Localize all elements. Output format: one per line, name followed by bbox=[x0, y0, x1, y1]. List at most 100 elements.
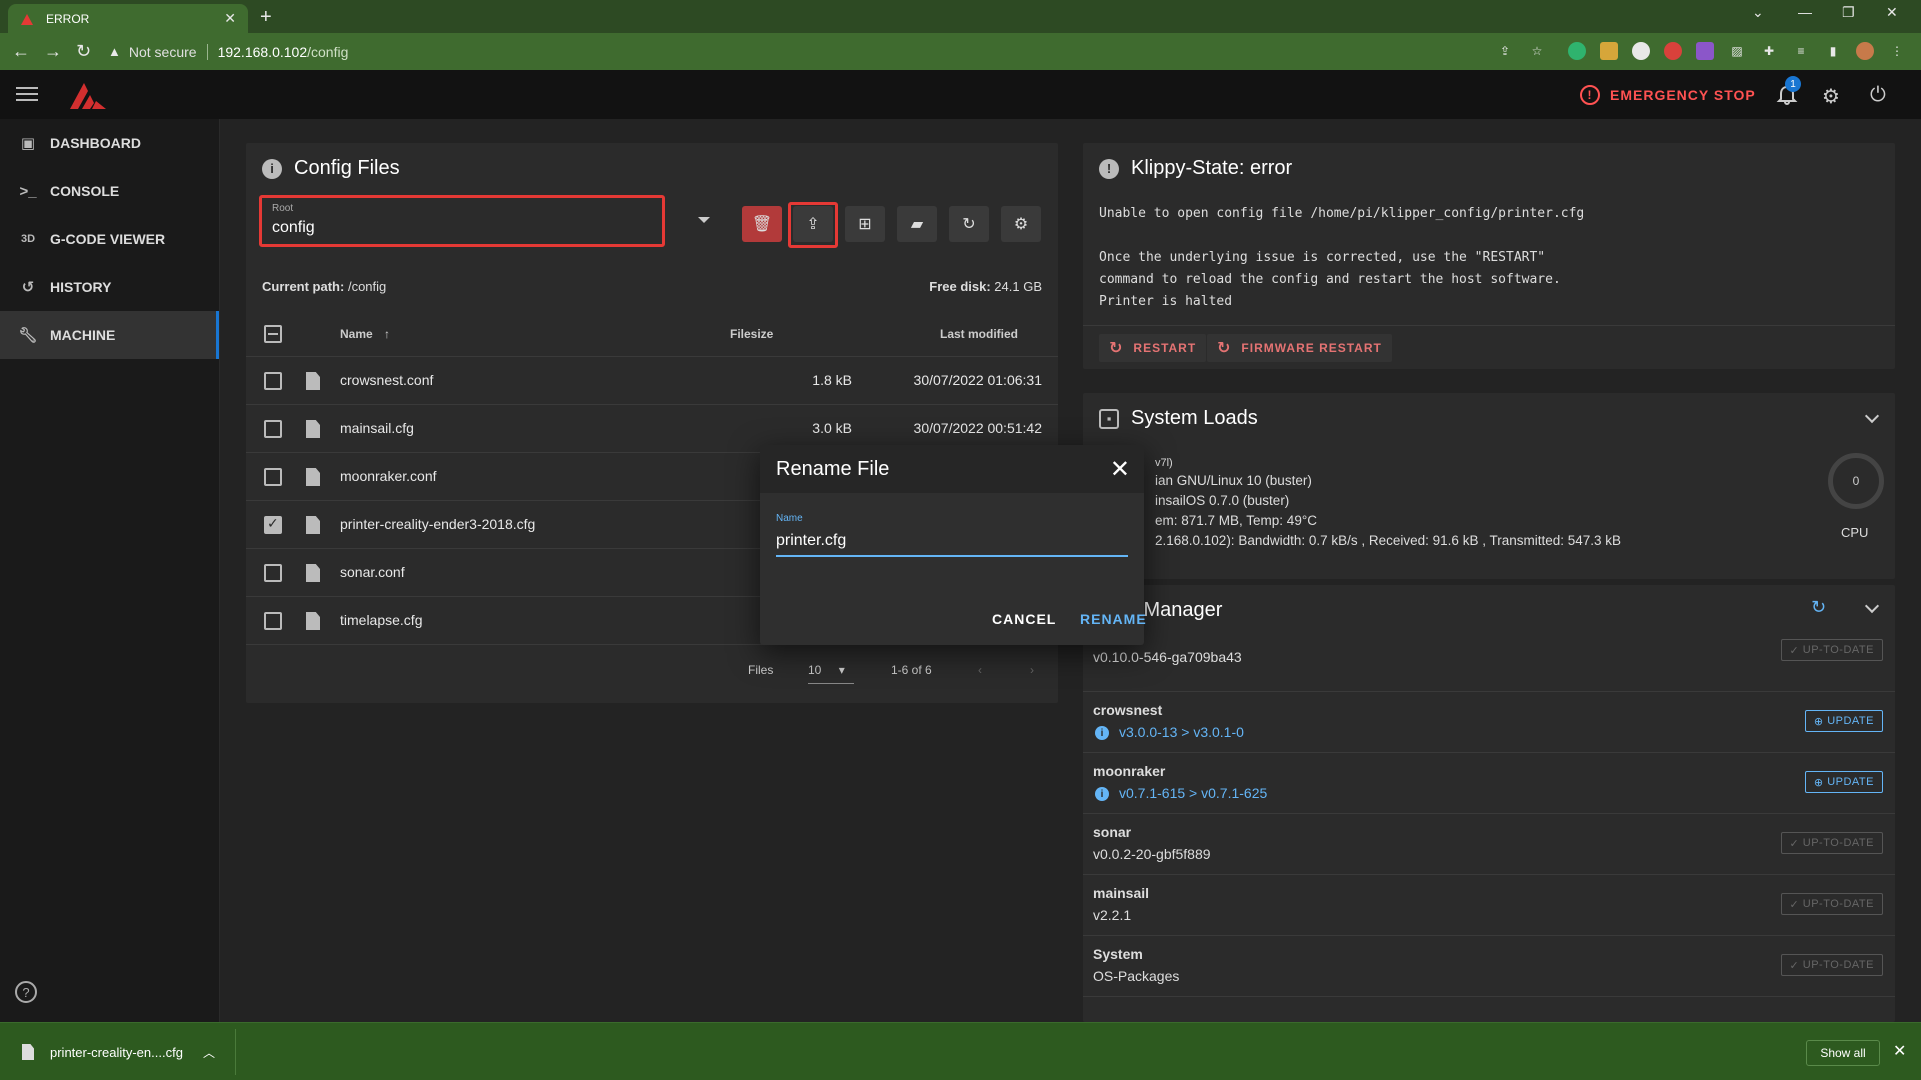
cancel-button[interactable]: CANCEL bbox=[992, 611, 1056, 627]
power-icon[interactable]: ⏻ bbox=[1870, 84, 1892, 106]
column-filesize-header[interactable]: Filesize bbox=[730, 327, 773, 341]
component-version: OS-Packages bbox=[1093, 968, 1180, 984]
refresh-button[interactable]: ↻ bbox=[949, 206, 989, 242]
browser-menu-icon[interactable]: ⋮ bbox=[1888, 42, 1906, 60]
emergency-stop-button[interactable]: ! EMERGENCY STOP bbox=[1580, 85, 1756, 105]
update-button[interactable]: ⊕ UPDATE bbox=[1804, 771, 1883, 793]
extension-icon[interactable] bbox=[1600, 42, 1618, 60]
row-checkbox[interactable] bbox=[264, 612, 282, 630]
browser-toolbar: ← → ↻ ▲ Not secure 192.168.0.102/config … bbox=[0, 33, 1921, 70]
file-size: 3.0 kB bbox=[812, 420, 852, 436]
row-checkbox[interactable] bbox=[264, 420, 282, 438]
extension-icon[interactable] bbox=[1632, 42, 1650, 60]
dropdown-arrow-icon[interactable] bbox=[698, 217, 710, 223]
column-modified-header[interactable]: Last modified bbox=[940, 327, 1018, 341]
puzzle-extensions-icon[interactable]: ✚ bbox=[1760, 42, 1778, 60]
profile-avatar[interactable] bbox=[1856, 42, 1874, 60]
update-button[interactable]: ⊕ UPDATE bbox=[1804, 710, 1883, 732]
forward-icon[interactable]: → bbox=[44, 41, 62, 62]
firmware-restart-button[interactable]: ↻ FIRMWARE RESTART bbox=[1207, 334, 1392, 362]
row-checkbox[interactable] bbox=[264, 564, 282, 582]
collapse-chevron-icon[interactable] bbox=[1864, 598, 1880, 614]
settings-button[interactable]: ⚙ bbox=[1001, 206, 1041, 242]
column-name-header[interactable]: Name ↑ bbox=[340, 327, 390, 341]
tab-close-icon[interactable]: ✕ bbox=[224, 10, 236, 27]
highlight-box-root bbox=[259, 195, 665, 247]
component-name: mainsail bbox=[1093, 885, 1150, 901]
menu-toggle-icon[interactable] bbox=[16, 83, 38, 105]
file-size: 1.8 kB bbox=[812, 372, 852, 388]
close-icon[interactable]: ✕ bbox=[1110, 455, 1130, 484]
file-plus-icon: ⊞ bbox=[858, 216, 872, 233]
url-host: 192.168.0.102 bbox=[217, 43, 308, 60]
emergency-stop-label: EMERGENCY STOP bbox=[1610, 87, 1756, 103]
row-checkbox[interactable] bbox=[264, 372, 282, 390]
help-icon[interactable]: ? bbox=[15, 981, 37, 1003]
select-all-checkbox[interactable] bbox=[264, 325, 282, 343]
gcode-viewer-icon: 3D bbox=[20, 233, 36, 245]
config-files-title: i Config Files bbox=[262, 157, 400, 180]
delete-button[interactable]: 🗑︎ bbox=[742, 206, 782, 242]
prev-page-icon[interactable]: ‹ bbox=[978, 663, 982, 677]
next-page-icon[interactable]: › bbox=[1030, 663, 1034, 677]
highlight-box-upload bbox=[788, 202, 838, 248]
restore-icon[interactable]: ❐ bbox=[1842, 4, 1855, 21]
alert-icon: ! bbox=[1580, 85, 1600, 105]
create-file-button[interactable]: ⊞ bbox=[845, 206, 885, 242]
sidebar-item-dashboard[interactable]: ▣ DASHBOARD bbox=[0, 119, 219, 167]
minimize-icon[interactable]: — bbox=[1798, 4, 1812, 20]
extension-image-icon[interactable]: ▨ bbox=[1728, 42, 1746, 60]
cpu-label: CPU bbox=[1841, 525, 1869, 540]
button-label: UPDATE bbox=[1827, 776, 1874, 788]
sidebar-item-machine[interactable]: 🔧︎ MACHINE bbox=[0, 311, 219, 359]
settings-gears-icon[interactable]: ⚙ bbox=[1822, 84, 1844, 108]
create-folder-button[interactable]: ▰ bbox=[897, 206, 937, 242]
file-name: moonraker.conf bbox=[340, 468, 437, 484]
address-bar[interactable]: ▲ Not secure 192.168.0.102/config bbox=[108, 37, 1508, 66]
side-panel-icon[interactable]: ▮ bbox=[1824, 42, 1842, 60]
extension-icon[interactable] bbox=[1664, 42, 1682, 60]
row-checkbox[interactable] bbox=[264, 468, 282, 486]
restart-button[interactable]: ↻ RESTART bbox=[1099, 334, 1207, 362]
sidebar-item-history[interactable]: ↺ HISTORY bbox=[0, 263, 219, 311]
grammarly-extension-icon[interactable] bbox=[1568, 42, 1586, 60]
file-icon bbox=[306, 612, 320, 630]
alert-circle-icon: ! bbox=[1099, 158, 1119, 179]
per-page-value: 10 bbox=[808, 663, 822, 677]
pager-range: 1-6 of 6 bbox=[891, 663, 932, 677]
current-path-value: /config bbox=[347, 279, 387, 294]
close-window-icon[interactable]: ✕ bbox=[1886, 4, 1898, 21]
reload-icon[interactable]: ↻ bbox=[76, 41, 91, 62]
extension-icon[interactable] bbox=[1696, 42, 1714, 60]
bookmark-star-icon[interactable]: ☆ bbox=[1528, 42, 1546, 60]
system-info-line: ian GNU/Linux 10 (buster) bbox=[1155, 473, 1312, 488]
row-checkbox-checked[interactable] bbox=[264, 515, 282, 534]
share-icon[interactable]: ⇪ bbox=[1496, 42, 1514, 60]
tab-search-icon[interactable]: ⌄ bbox=[1752, 4, 1764, 21]
gear-icon: ⚙ bbox=[1013, 216, 1029, 233]
show-all-button[interactable]: Show all bbox=[1806, 1040, 1880, 1066]
rename-input[interactable] bbox=[776, 527, 1128, 557]
chevron-up-icon[interactable]: ︿ bbox=[203, 1044, 215, 1061]
file-name: sonar.conf bbox=[340, 564, 405, 580]
back-icon[interactable]: ← bbox=[12, 41, 30, 62]
refresh-icon[interactable]: ↻ bbox=[1811, 597, 1826, 618]
file-icon bbox=[306, 420, 320, 438]
download-item[interactable]: printer-creality-en....cfg ︿ bbox=[8, 1029, 236, 1075]
close-icon[interactable]: ✕ bbox=[1893, 1041, 1906, 1061]
rename-button[interactable]: RENAME bbox=[1080, 611, 1147, 627]
sidebar-item-gcode-viewer[interactable]: 3D G-CODE VIEWER bbox=[0, 215, 219, 263]
reading-list-icon[interactable]: ≡ bbox=[1792, 42, 1810, 60]
klippy-title: ! Klippy-State: error bbox=[1099, 157, 1292, 180]
file-modified: 30/07/2022 01:06:31 bbox=[913, 372, 1042, 388]
browser-tab[interactable]: ERROR ✕ bbox=[8, 4, 248, 33]
system-loads-title: ▪ System Loads bbox=[1099, 407, 1258, 430]
collapse-chevron-icon[interactable] bbox=[1864, 408, 1880, 424]
up-to-date-button: ✓ UP-TO-DATE bbox=[1780, 954, 1883, 976]
card-title-text: Klippy-State: error bbox=[1131, 157, 1293, 179]
sidebar-item-console[interactable]: >_ CONSOLE bbox=[0, 167, 219, 215]
table-row[interactable]: crowsnest.conf 1.8 kB 30/07/2022 01:06:3… bbox=[246, 357, 1058, 405]
new-tab-icon[interactable]: + bbox=[260, 6, 272, 29]
per-page-select[interactable]: 10 ▾ bbox=[808, 663, 854, 684]
pager-label: Files bbox=[748, 663, 774, 677]
